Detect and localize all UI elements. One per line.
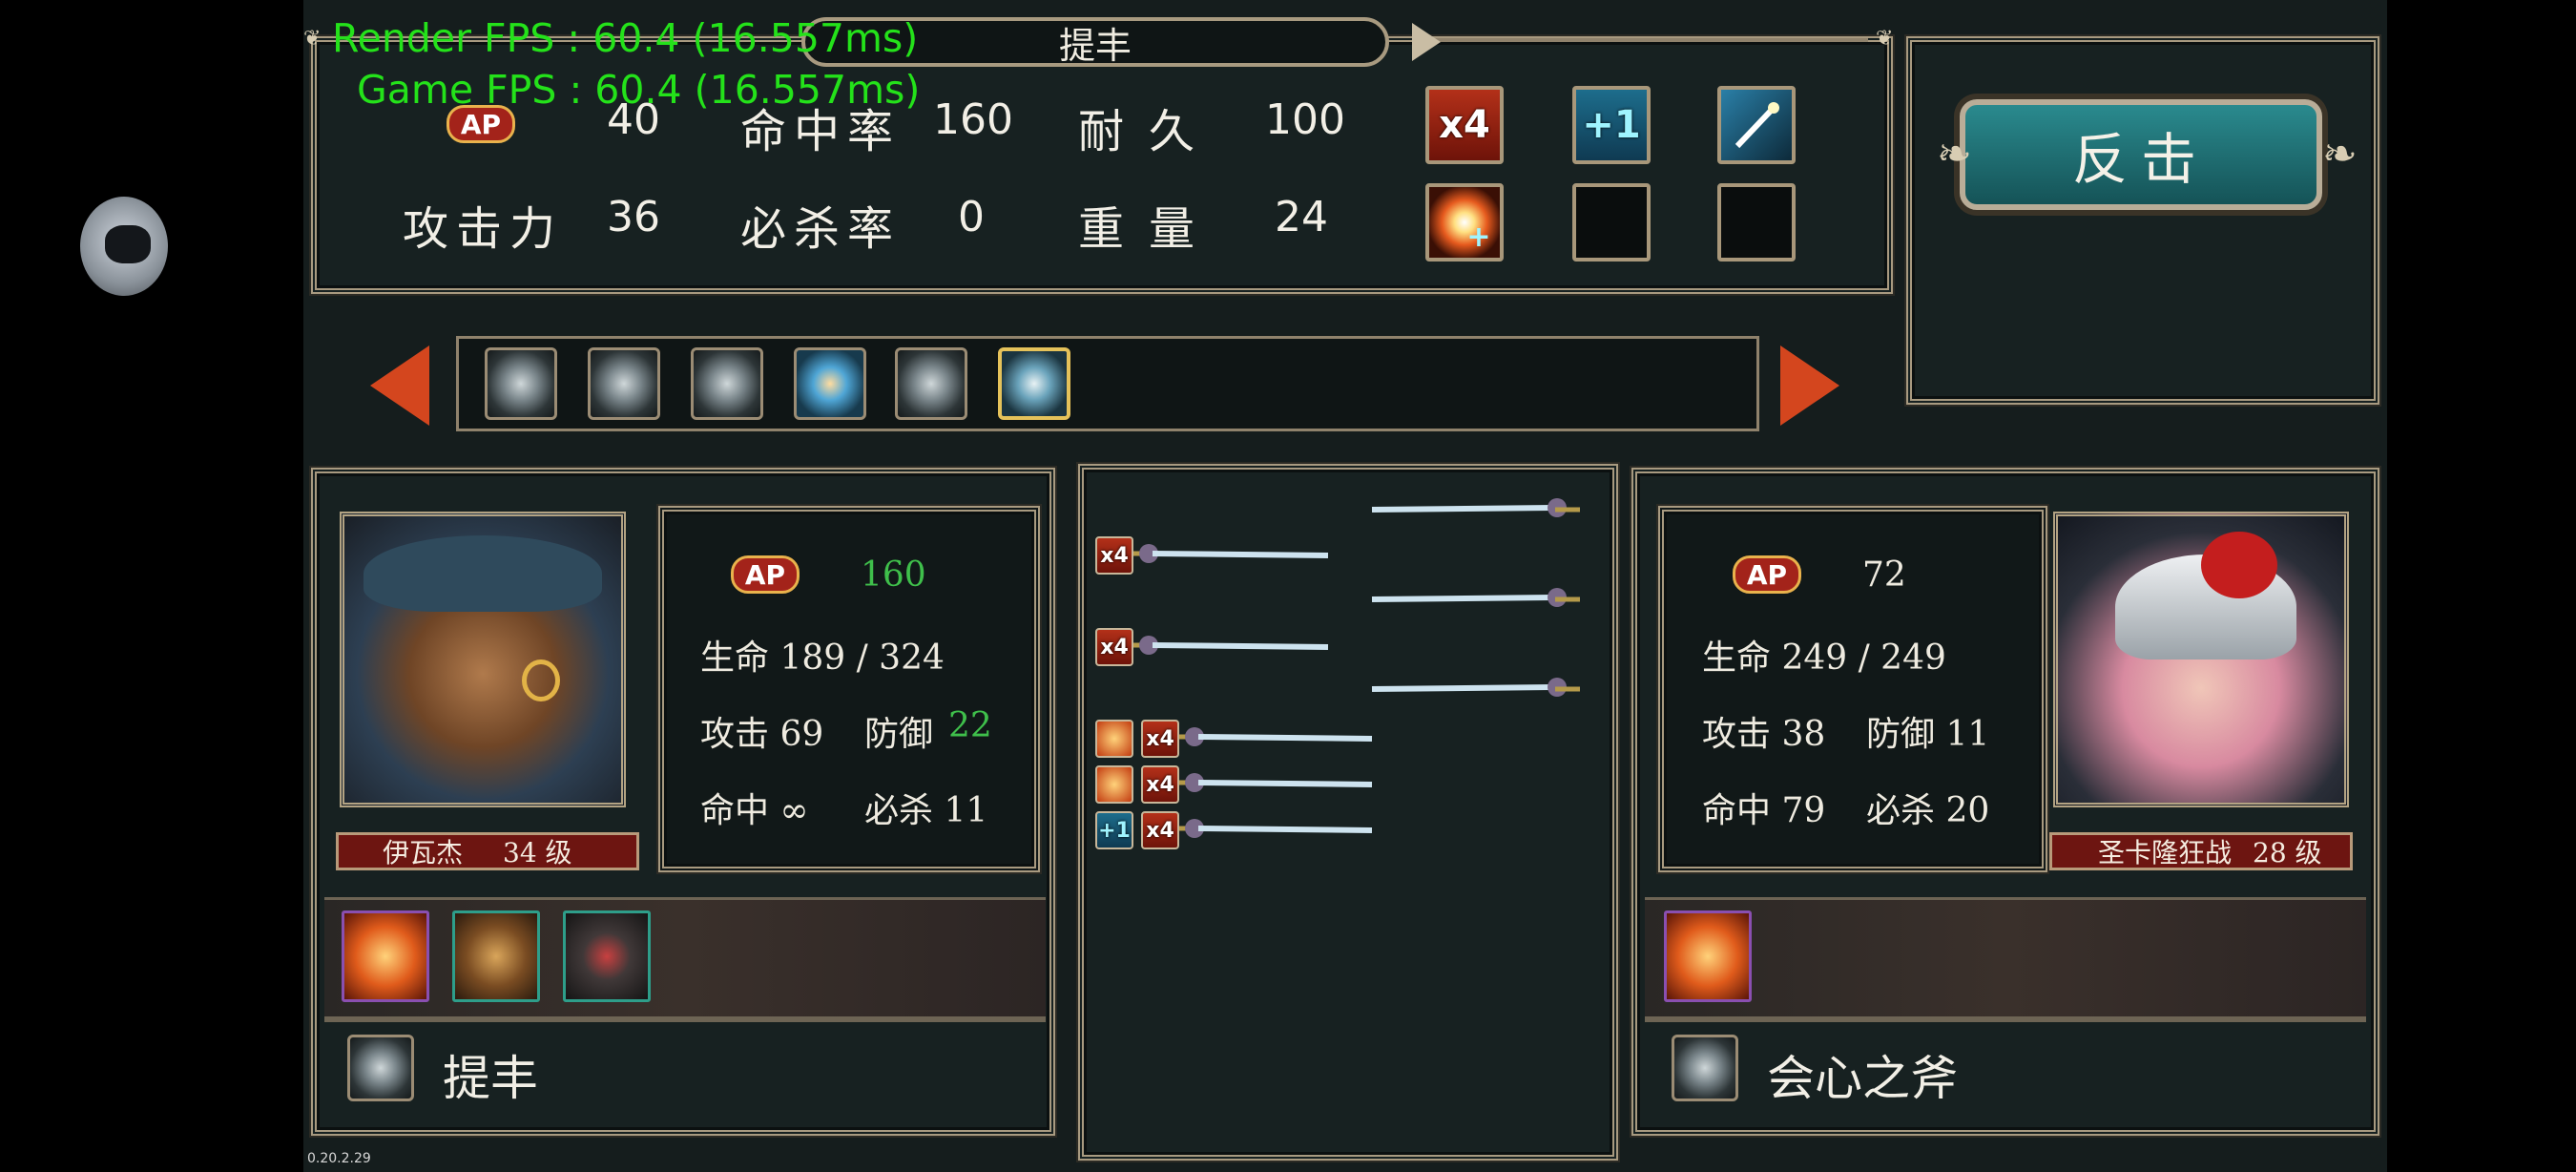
title-bar-line bbox=[1429, 38, 1868, 42]
counter-button-label: 反击 bbox=[2071, 127, 2210, 192]
player-defense-value: 22 bbox=[948, 706, 992, 745]
player-portrait bbox=[340, 512, 626, 807]
game-screen: ❦ ❦ 提丰 AP 40 命中率 160 耐久 100 攻击力 36 必杀率 0… bbox=[303, 0, 2387, 1172]
player-attack: 攻击 69 bbox=[700, 715, 824, 754]
assistant-bubble-icon[interactable] bbox=[80, 197, 168, 296]
game-fps-readout: Game FPS : 60.4 (16.557ms) bbox=[357, 67, 921, 113]
enemy-sword-2 bbox=[1371, 588, 1580, 607]
player-hit: 命中 ∞ bbox=[700, 791, 809, 830]
player-unit-ninja-icon[interactable] bbox=[563, 910, 651, 1002]
weapon-slot-3[interactable] bbox=[691, 347, 763, 420]
x4-ability-icon[interactable]: x4 bbox=[1425, 86, 1504, 164]
counter-panel bbox=[1906, 36, 2379, 405]
enemy-unit-fire-icon[interactable] bbox=[1664, 910, 1752, 1002]
enemy-hp: 生命 249 / 249 bbox=[1702, 638, 1946, 678]
seq-fire-icon bbox=[1095, 765, 1133, 804]
enemy-attack: 攻击 38 bbox=[1702, 715, 1826, 754]
player-sword-2 bbox=[1124, 636, 1329, 655]
red-plume bbox=[2201, 532, 2277, 598]
enemy-sword-1 bbox=[1371, 498, 1580, 517]
enemy-sword-3 bbox=[1371, 678, 1580, 697]
weight-label: 重量 bbox=[1078, 202, 1220, 256]
next-weapon-arrow-icon[interactable] bbox=[1780, 345, 1839, 426]
player-ap-badge: AP bbox=[731, 555, 800, 594]
weapon-slot-5[interactable] bbox=[895, 347, 967, 420]
plus1-ability-icon[interactable]: +1 bbox=[1572, 86, 1651, 164]
prev-weapon-arrow-icon[interactable] bbox=[370, 345, 429, 426]
ornament-scroll-right: ❦ bbox=[1876, 27, 1894, 51]
render-fps-readout: Render FPS : 60.4 (16.557ms) bbox=[332, 15, 919, 61]
player-level: 34 级 bbox=[503, 837, 572, 869]
player-sword-5 bbox=[1172, 819, 1373, 838]
enemy-portrait bbox=[2053, 512, 2349, 807]
empty-ability-slot[interactable] bbox=[1717, 183, 1796, 262]
enemy-weapon-axe-icon bbox=[1672, 1035, 1738, 1101]
burst-heal-ability-icon[interactable]: + bbox=[1425, 183, 1504, 262]
player-name: 伊瓦杰 bbox=[383, 837, 464, 869]
weapon-title: 提丰 bbox=[1058, 24, 1132, 67]
empty-ability-slot[interactable] bbox=[1572, 183, 1651, 262]
plus-icon: + bbox=[1466, 220, 1491, 254]
enemy-weapon-row bbox=[1645, 1019, 2366, 1120]
enemy-ap-badge: AP bbox=[1733, 555, 1801, 594]
earring-icon bbox=[522, 659, 560, 701]
weapon-slot-2[interactable] bbox=[588, 347, 660, 420]
weapon-slot-4[interactable] bbox=[794, 347, 866, 420]
seq-badge-x4: x4 bbox=[1141, 720, 1179, 758]
crit-rate-label: 必杀率 bbox=[740, 202, 902, 256]
enemy-name: 圣卡隆狂战 bbox=[2098, 837, 2233, 869]
attack-power-value: 36 bbox=[607, 193, 660, 241]
player-sword-4 bbox=[1172, 773, 1373, 792]
player-ap-value: 160 bbox=[861, 555, 926, 595]
enemy-defense: 防御 11 bbox=[1866, 715, 1990, 754]
enemy-weapon-name: 会心之斧 bbox=[1767, 1051, 1958, 1106]
durability-value: 100 bbox=[1265, 95, 1345, 144]
enemy-ap-value: 72 bbox=[1862, 555, 1906, 595]
seq-badge-plus1: +1 bbox=[1095, 811, 1133, 849]
pirate-hat bbox=[364, 535, 602, 612]
player-weapon-row bbox=[324, 1019, 1046, 1120]
player-weapon-icon bbox=[347, 1035, 414, 1101]
enemy-namebar: 圣卡隆狂战 28 级 bbox=[2049, 832, 2353, 870]
enemy-unit-strip bbox=[1645, 897, 2366, 1019]
weight-value: 24 bbox=[1275, 193, 1328, 241]
hit-rate-value: 160 bbox=[933, 95, 1013, 144]
ornament-scroll-left: ❦ bbox=[303, 27, 322, 51]
seq-badge-x4: x4 bbox=[1141, 811, 1179, 849]
title-bar-arrow-icon bbox=[1412, 23, 1441, 61]
seq-badge-x4: x4 bbox=[1141, 765, 1179, 804]
player-sword-3 bbox=[1172, 727, 1373, 746]
version-label: 0.20.2.29 bbox=[307, 1151, 371, 1166]
enemy-hit: 命中 79 bbox=[1702, 791, 1826, 830]
seq-badge-x4: x4 bbox=[1095, 628, 1133, 666]
player-unit-strip bbox=[324, 897, 1046, 1019]
durability-label: 耐久 bbox=[1078, 105, 1220, 158]
player-sword-1 bbox=[1124, 544, 1329, 563]
seq-fire-icon bbox=[1095, 720, 1133, 758]
counter-ornament-right: ❧ bbox=[2322, 130, 2358, 178]
wand-icon bbox=[1735, 102, 1779, 149]
bubble-face bbox=[105, 225, 151, 263]
attack-power-label: 攻击力 bbox=[403, 202, 564, 256]
player-crit: 必杀 11 bbox=[864, 791, 988, 830]
player-unit-fire-icon[interactable] bbox=[342, 910, 429, 1002]
player-weapon-name: 提丰 bbox=[443, 1051, 538, 1106]
player-namebar: 伊瓦杰 34 级 bbox=[336, 832, 639, 870]
seq-badge-x4: x4 bbox=[1095, 536, 1133, 575]
counter-button[interactable]: 反击 bbox=[1960, 99, 2322, 210]
magic-wand-ability-icon[interactable] bbox=[1717, 86, 1796, 164]
counter-ornament-left: ❧ bbox=[1937, 130, 1972, 178]
player-defense-label: 防御 bbox=[864, 715, 934, 754]
crit-rate-value: 0 bbox=[958, 193, 985, 241]
enemy-level: 28 级 bbox=[2253, 837, 2322, 869]
player-unit-ally-icon[interactable] bbox=[452, 910, 540, 1002]
weapon-slot-6-selected[interactable] bbox=[998, 347, 1070, 420]
weapon-slot-1[interactable] bbox=[485, 347, 557, 420]
player-hp: 生命 189 / 324 bbox=[700, 638, 945, 678]
enemy-crit: 必杀 20 bbox=[1866, 791, 1990, 830]
